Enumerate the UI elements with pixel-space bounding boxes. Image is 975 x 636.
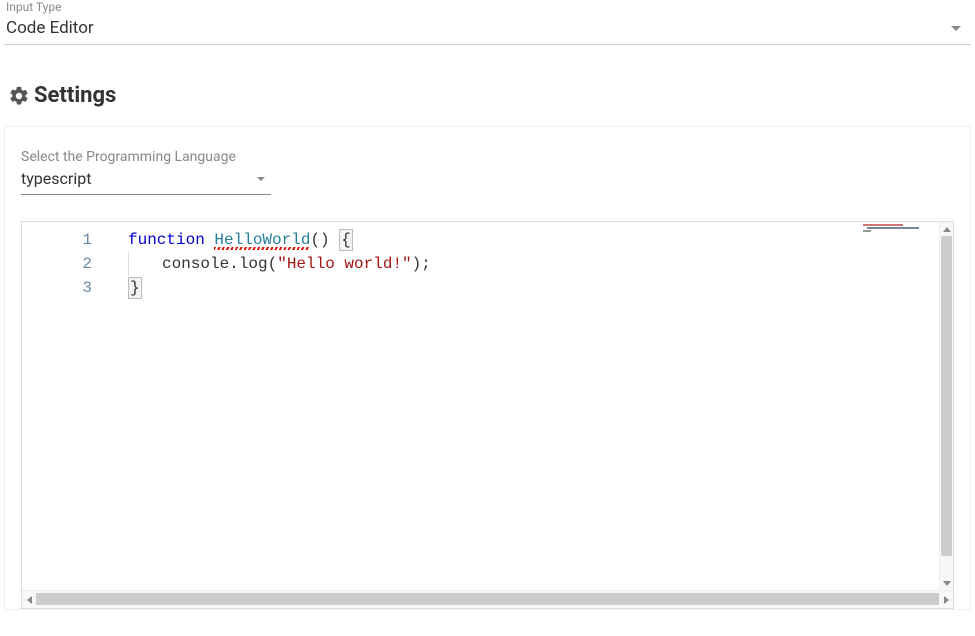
input-type-label: Input Type bbox=[4, 0, 971, 16]
chevron-down-icon bbox=[257, 177, 265, 181]
language-value: typescript bbox=[21, 169, 91, 188]
editor-gutter: 1 2 3 bbox=[22, 222, 102, 608]
scroll-down-icon[interactable] bbox=[940, 576, 954, 590]
scrollbar-thumb[interactable] bbox=[941, 236, 952, 556]
input-type-field: Input Type Code Editor bbox=[4, 0, 971, 53]
language-label: Select the Programming Language bbox=[21, 149, 954, 167]
editor-code-area[interactable]: function HelloWorld() { console.log("Hel… bbox=[102, 222, 953, 608]
gear-icon bbox=[8, 85, 30, 107]
line-number: 3 bbox=[22, 276, 92, 300]
line-number: 2 bbox=[22, 252, 92, 276]
chevron-down-icon bbox=[951, 26, 961, 31]
horizontal-scrollbar[interactable] bbox=[22, 590, 953, 608]
settings-header: Settings bbox=[4, 53, 971, 126]
scroll-left-icon[interactable] bbox=[22, 591, 36, 609]
input-type-value: Code Editor bbox=[6, 18, 94, 38]
language-select[interactable]: typescript bbox=[21, 167, 271, 195]
settings-title: Settings bbox=[34, 83, 116, 108]
scroll-right-icon[interactable] bbox=[939, 591, 953, 609]
code-editor[interactable]: 1 2 3 function HelloWorld() { console.lo… bbox=[21, 221, 954, 609]
line-number: 1 bbox=[22, 228, 92, 252]
editor-minimap[interactable] bbox=[861, 224, 939, 232]
scrollbar-thumb[interactable] bbox=[36, 593, 939, 605]
scroll-up-icon[interactable] bbox=[940, 222, 954, 236]
input-type-select[interactable]: Code Editor bbox=[4, 16, 971, 45]
code-line: function HelloWorld() { bbox=[128, 228, 953, 252]
code-line: console.log("Hello world!"); bbox=[128, 252, 953, 276]
settings-panel: Select the Programming Language typescri… bbox=[4, 126, 971, 610]
vertical-scrollbar[interactable] bbox=[939, 222, 953, 590]
code-line: } bbox=[128, 276, 953, 300]
